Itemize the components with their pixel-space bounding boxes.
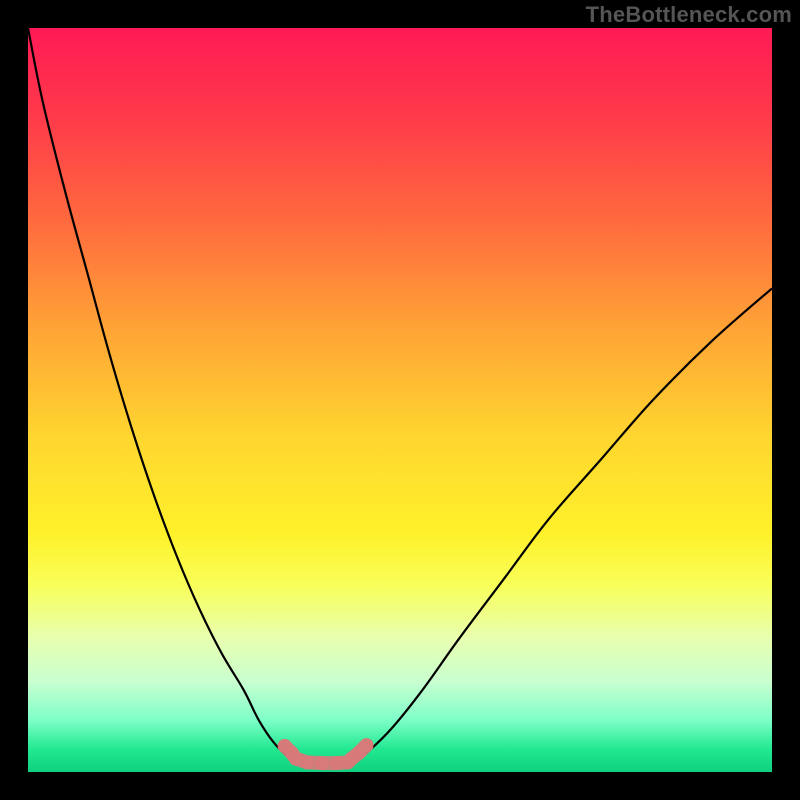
watermark-text: TheBottleneck.com (586, 2, 792, 28)
chart-frame: TheBottleneck.com (0, 0, 800, 800)
plot-area (28, 28, 772, 772)
curve-group (28, 28, 772, 761)
curve-layer (28, 28, 772, 772)
highlight-dot (360, 738, 374, 752)
highlight-group (278, 738, 374, 770)
curve-left (28, 28, 296, 761)
highlight-dot (300, 755, 314, 769)
highlight-dot (315, 756, 329, 770)
curve-right (355, 288, 772, 760)
